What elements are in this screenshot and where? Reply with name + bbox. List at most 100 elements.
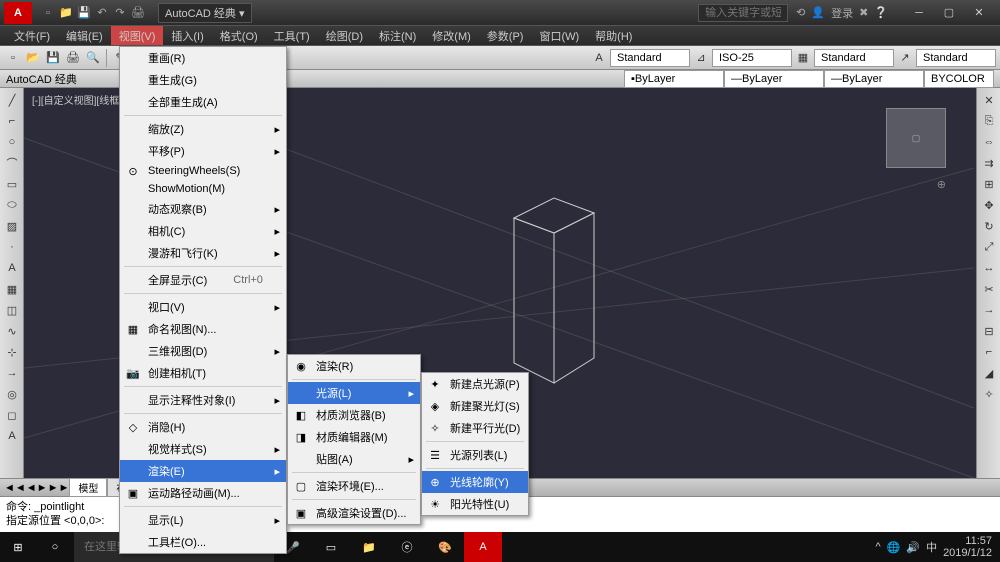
redo-icon[interactable]: ↷ xyxy=(112,5,128,21)
print-icon[interactable]: 🖨 xyxy=(130,5,146,21)
erase-icon[interactable]: ✕ xyxy=(979,90,999,110)
region-icon[interactable]: ◫ xyxy=(2,300,22,320)
view-menu-item-6[interactable]: ⊙SteeringWheels(S) xyxy=(120,162,286,180)
scale-icon[interactable]: ⤢ xyxy=(979,237,999,257)
trim-icon[interactable]: ✂ xyxy=(979,279,999,299)
menu-edit[interactable]: 编辑(E) xyxy=(58,26,111,45)
menu-help[interactable]: 帮助(H) xyxy=(587,26,640,45)
tab-nav-next[interactable]: ► xyxy=(37,482,48,494)
minimize-icon[interactable]: ─ xyxy=(906,5,932,21)
close-icon[interactable]: ✕ xyxy=(966,5,992,21)
view-menu-item-5[interactable]: 平移(P) xyxy=(120,140,286,162)
undo-icon[interactable]: ↶ xyxy=(94,5,110,21)
login-label[interactable]: 登录 xyxy=(831,5,853,21)
view-menu-item-17[interactable]: 📷创建相机(T) xyxy=(120,362,286,384)
ime-icon[interactable]: 中 xyxy=(926,539,937,555)
explorer-icon[interactable]: 📁 xyxy=(350,532,388,562)
view-menu-item-15[interactable]: ▦命名视图(N)... xyxy=(120,318,286,340)
view-menu-item-4[interactable]: 缩放(Z) xyxy=(120,118,286,140)
ellipse-icon[interactable]: ⬭ xyxy=(2,195,22,215)
circle-icon[interactable]: ○ xyxy=(2,132,22,152)
light-menu-item-0[interactable]: ✦新建点光源(P) xyxy=(422,373,528,395)
view-menu-item-7[interactable]: ShowMotion(M) xyxy=(120,180,286,198)
help-icon[interactable]: ❔ xyxy=(874,6,888,19)
menu-parametric[interactable]: 参数(P) xyxy=(479,26,532,45)
menu-file[interactable]: 文件(F) xyxy=(6,26,58,45)
arc-icon[interactable]: ⌒ xyxy=(2,153,22,173)
open-file-icon[interactable]: 📂 xyxy=(24,49,42,67)
hatch-icon[interactable]: ▨ xyxy=(2,216,22,236)
menu-insert[interactable]: 插入(I) xyxy=(163,26,211,45)
view-menu-item-10[interactable]: 漫游和飞行(K) xyxy=(120,242,286,264)
view-menu-item-24[interactable]: ▣运动路径动画(M)... xyxy=(120,482,286,504)
color-dropdown[interactable]: ▪ ByLayer xyxy=(624,70,724,88)
view-menu-item-26[interactable]: 显示(L) xyxy=(120,509,286,531)
render-menu-item-7[interactable]: ▢渲染环境(E)... xyxy=(288,475,420,497)
line-icon[interactable]: ╱ xyxy=(2,90,22,110)
copy-icon[interactable]: ⎘ xyxy=(979,111,999,131)
tab-model[interactable]: 模型 xyxy=(69,478,107,497)
network-icon[interactable]: 🌐 xyxy=(887,541,901,554)
block-icon[interactable]: ◻ xyxy=(2,405,22,425)
sync-icon[interactable]: ⟲ xyxy=(796,6,805,19)
move-icon[interactable]: ✥ xyxy=(979,195,999,215)
clock-date[interactable]: 2019/1/12 xyxy=(943,547,992,559)
view-menu-item-8[interactable]: 动态观察(B) xyxy=(120,198,286,220)
preview-icon[interactable]: 🔍 xyxy=(84,49,102,67)
table-icon[interactable]: ▦ xyxy=(2,279,22,299)
exchange-icon[interactable]: ✖ xyxy=(859,6,868,19)
person-icon[interactable]: 👤 xyxy=(811,6,825,19)
maximize-icon[interactable]: ▢ xyxy=(936,5,962,21)
render-menu-item-9[interactable]: ▣高级渲染设置(D)... xyxy=(288,502,420,524)
polyline-icon[interactable]: ⌐ xyxy=(2,111,22,131)
mirror-icon[interactable]: ⇔ xyxy=(979,132,999,152)
light-menu-item-2[interactable]: ✧新建平行光(D) xyxy=(422,417,528,439)
view-menu-item-14[interactable]: 视口(V) xyxy=(120,296,286,318)
view-menu-item-2[interactable]: 全部重生成(A) xyxy=(120,91,286,113)
view-menu-item-27[interactable]: 工具栏(O)... xyxy=(120,531,286,553)
chamfer-icon[interactable]: ◢ xyxy=(979,363,999,383)
start-button[interactable]: ⊞ xyxy=(0,532,36,562)
view-menu-item-23[interactable]: 渲染(E) xyxy=(120,460,286,482)
light-menu-item-7[interactable]: ☀阳光特性(U) xyxy=(422,493,528,515)
taskview-icon[interactable]: ▭ xyxy=(312,532,350,562)
view-menu-item-9[interactable]: 相机(C) xyxy=(120,220,286,242)
text-style-icon[interactable]: A xyxy=(590,49,608,67)
view-menu-item-1[interactable]: 重生成(G) xyxy=(120,69,286,91)
lineweight-dropdown[interactable]: — ByLayer xyxy=(824,70,924,88)
menu-window[interactable]: 窗口(W) xyxy=(531,26,587,45)
render-menu-item-2[interactable]: 光源(L) xyxy=(288,382,420,404)
clock-time[interactable]: 11:57 xyxy=(943,535,992,547)
mtext-icon[interactable]: A xyxy=(2,426,22,446)
construction-icon[interactable]: ⊹ xyxy=(2,342,22,362)
tray-up-icon[interactable]: ^ xyxy=(875,541,880,553)
light-menu-item-6[interactable]: ⊕光线轮廓(Y) xyxy=(422,471,528,493)
rectangle-icon[interactable]: ▭ xyxy=(2,174,22,194)
dim-style-icon[interactable]: ⊿ xyxy=(692,49,710,67)
view-menu-item-16[interactable]: 三维视图(D) xyxy=(120,340,286,362)
view-menu-item-22[interactable]: 视觉样式(S) xyxy=(120,438,286,460)
spline-icon[interactable]: ∿ xyxy=(2,321,22,341)
viewcube[interactable]: ▢ xyxy=(886,108,946,168)
extend-icon[interactable]: → xyxy=(979,300,999,320)
new-file-icon[interactable]: ▫ xyxy=(4,49,22,67)
render-menu-item-5[interactable]: 贴图(A) xyxy=(288,448,420,470)
donut-icon[interactable]: ◎ xyxy=(2,384,22,404)
view-menu-item-12[interactable]: 全屏显示(C)Ctrl+0 xyxy=(120,269,286,291)
stretch-icon[interactable]: ↔ xyxy=(979,258,999,278)
new-icon[interactable]: ▫ xyxy=(40,5,56,21)
save-icon[interactable]: 💾 xyxy=(76,5,92,21)
point-icon[interactable]: · xyxy=(2,237,22,257)
menu-modify[interactable]: 修改(M) xyxy=(424,26,479,45)
workspace-dropdown[interactable]: AutoCAD 经典 ▾ xyxy=(158,3,252,23)
tab-nav-first[interactable]: ◄◄ xyxy=(4,482,26,494)
volume-icon[interactable]: 🔊 xyxy=(906,541,920,554)
edge-icon[interactable]: ⓔ xyxy=(388,532,426,562)
tab-nav-last[interactable]: ►► xyxy=(48,482,70,494)
render-menu-item-3[interactable]: ◧材质浏览器(B) xyxy=(288,404,420,426)
light-menu-item-4[interactable]: ☰光源列表(L) xyxy=(422,444,528,466)
menu-view[interactable]: 视图(V) xyxy=(111,26,164,45)
view-menu-item-0[interactable]: 重画(R) xyxy=(120,47,286,69)
dim-style-dropdown[interactable]: ISO-25 xyxy=(712,49,792,67)
open-icon[interactable]: 📁 xyxy=(58,5,74,21)
